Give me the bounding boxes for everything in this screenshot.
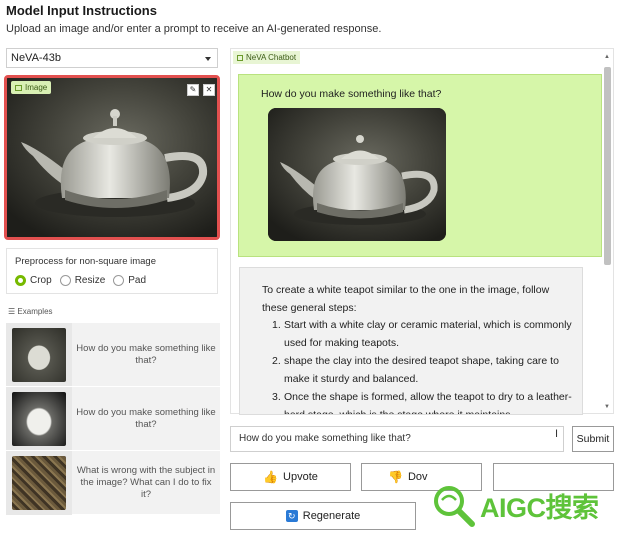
teapot-image [7,78,217,237]
example-teapot-thumbnail [12,392,66,446]
close-icon[interactable]: ✕ [203,84,215,96]
thumbs-up-icon: 👍 [263,470,279,484]
teapot-illustration [7,78,217,237]
radio-unselected-icon [113,275,125,286]
image-icon [15,85,22,91]
chatbot-panel[interactable]: NeVA Chatbot How do you make something l… [230,48,614,415]
example-item[interactable]: How do you make something like that? [6,386,220,451]
example-item[interactable]: What is wrong with the subject in the im… [6,450,220,515]
model-dropdown-value: NeVA-43b [11,52,61,64]
prompt-input[interactable]: How do you make something like that? [230,426,564,452]
pencil-icon[interactable]: ✎ [187,84,199,96]
examples-label: ☰ Examples [8,307,53,316]
scrollbar[interactable] [604,63,611,403]
radio-unselected-icon [59,275,71,286]
bot-message-bubble: To create a white teapot similar to the … [239,267,583,415]
user-message-bubble: How do you make something like that? [238,74,602,257]
bot-message-intro: To create a white teapot similar to the … [262,284,550,314]
scroll-up-icon[interactable]: ▲ [604,54,610,60]
user-message-image [268,108,446,241]
refresh-icon: ↻ [285,510,298,522]
upvote-button[interactable]: 👍 Upvote [230,463,351,491]
radio-crop[interactable]: Crop [15,275,52,286]
example-subject-thumbnail [12,456,66,510]
bot-step: 3. Once the shape is formed, allow the te… [272,391,572,415]
image-label-tag: Image [11,81,52,94]
radio-selected-icon [15,275,26,286]
radio-resize[interactable]: Resize [59,275,105,286]
text-cursor-icon: I [555,428,559,440]
page-title: Model Input Instructions [6,3,157,18]
bot-step: 1. Start with a white clay or ceramic mat… [272,319,572,349]
page-subtitle: Upload an image and/or enter a prompt to… [6,23,382,35]
scroll-down-icon[interactable]: ▼ [604,404,610,410]
example-item[interactable]: How do you make something like that? [6,322,220,387]
teapot-illustration [268,108,446,241]
list-icon: ☰ [8,307,18,316]
bot-steps-list: 1. Start with a white clay or ceramic mat… [272,316,574,415]
chevron-down-icon [205,57,211,61]
user-message-text: How do you make something like that? [261,88,442,100]
magnifier-icon [434,486,475,527]
examples-list: How do you make something like that? How… [6,322,220,515]
chatbot-label-tag: NeVA Chatbot [233,51,301,64]
submit-button[interactable]: Submit [572,426,614,452]
scrollbar-thumb[interactable] [604,67,611,265]
regenerate-button[interactable]: ↻ Regenerate [230,502,416,530]
bot-step: 2. shape the clay into the desired teapot… [272,355,559,385]
chat-icon [237,55,243,61]
thumbs-down-icon: 👎 [388,470,403,484]
watermark: AIGC搜索 [430,482,620,528]
image-upload-panel[interactable]: Image ✎ ✕ [4,75,220,240]
watermark-text: AIGC搜索 [480,492,599,523]
radio-pad[interactable]: Pad [113,275,146,286]
model-dropdown[interactable]: NeVA-43b [6,48,218,68]
preprocess-options: Preprocess for non-square image Crop Res… [6,248,218,294]
example-teapot-thumbnail [12,328,66,382]
preprocess-label: Preprocess for non-square image [15,256,156,267]
